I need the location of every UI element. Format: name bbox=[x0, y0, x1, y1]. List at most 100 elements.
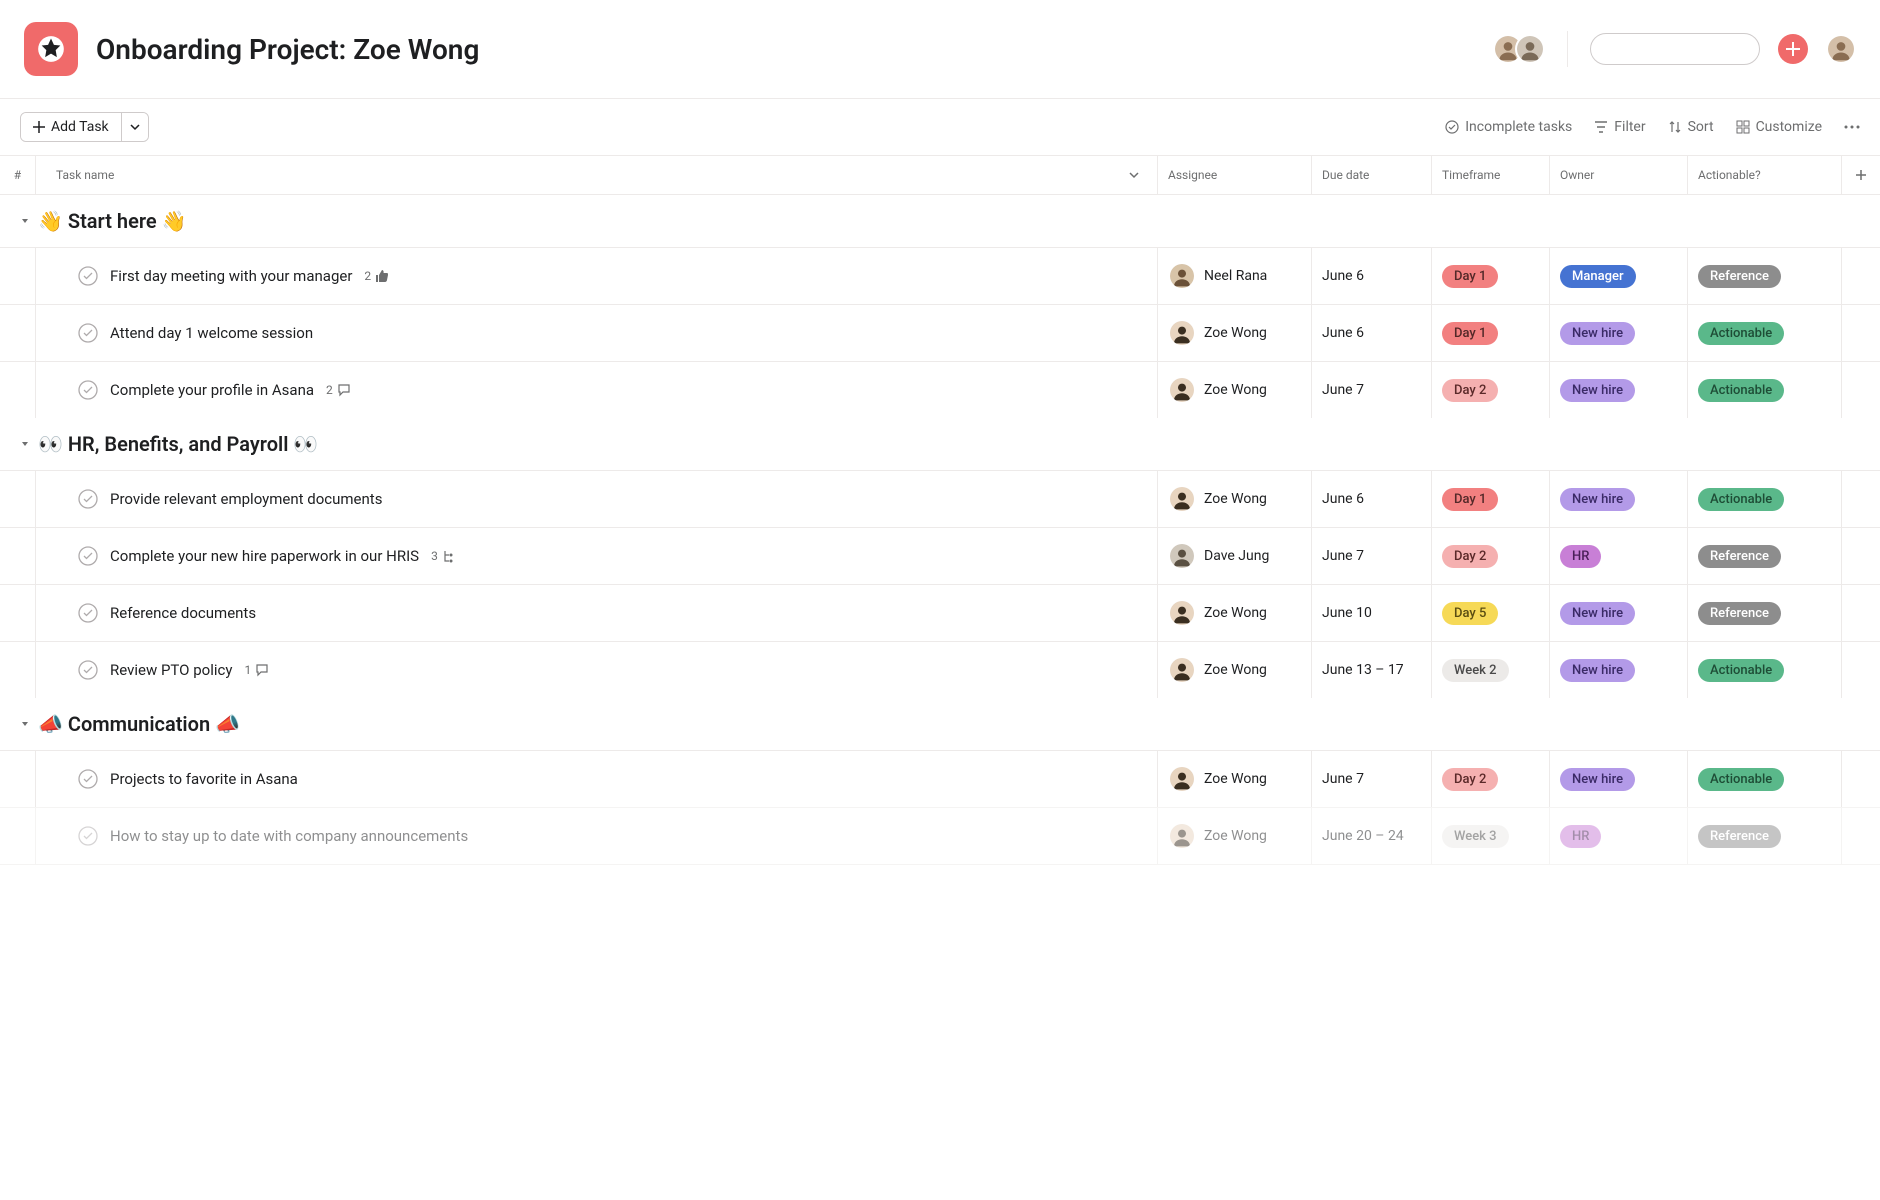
assignee-avatar bbox=[1168, 542, 1196, 570]
actionable-cell[interactable]: Reference bbox=[1688, 585, 1842, 641]
due-date-cell[interactable]: June 20 – 24 bbox=[1312, 808, 1432, 864]
owner-cell[interactable]: New hire bbox=[1550, 471, 1688, 527]
assignee-cell[interactable]: Zoe Wong bbox=[1158, 362, 1312, 418]
complete-checkbox[interactable] bbox=[78, 546, 98, 566]
timeframe-cell[interactable]: Day 1 bbox=[1432, 248, 1550, 304]
add-task-label: Add Task bbox=[51, 119, 109, 135]
complete-checkbox[interactable] bbox=[78, 380, 98, 400]
owner-cell[interactable]: New hire bbox=[1550, 305, 1688, 361]
task-row[interactable]: Review PTO policy1Zoe WongJune 13 – 17We… bbox=[0, 641, 1880, 698]
actionable-cell[interactable]: Actionable bbox=[1688, 642, 1842, 698]
timeframe-cell[interactable]: Day 5 bbox=[1432, 585, 1550, 641]
actionable-cell[interactable]: Reference bbox=[1688, 528, 1842, 584]
owner-cell[interactable]: HR bbox=[1550, 808, 1688, 864]
assignee-cell[interactable]: Zoe Wong bbox=[1158, 305, 1312, 361]
assignee-cell[interactable]: Zoe Wong bbox=[1158, 585, 1312, 641]
actionable-cell[interactable]: Actionable bbox=[1688, 305, 1842, 361]
timeframe-cell[interactable]: Week 2 bbox=[1432, 642, 1550, 698]
owner-cell[interactable]: New hire bbox=[1550, 642, 1688, 698]
timeframe-cell[interactable]: Day 1 bbox=[1432, 471, 1550, 527]
task-row[interactable]: Reference documentsZoe WongJune 10Day 5N… bbox=[0, 584, 1880, 641]
task-name-cell[interactable]: Attend day 1 welcome session bbox=[36, 305, 1158, 361]
filter-button[interactable]: Filter bbox=[1594, 119, 1645, 135]
column-task-name[interactable]: Task name bbox=[36, 156, 1158, 194]
timeframe-cell[interactable]: Week 3 bbox=[1432, 808, 1550, 864]
search-input[interactable] bbox=[1611, 41, 1792, 57]
owner-cell[interactable]: New hire bbox=[1550, 362, 1688, 418]
owner-cell[interactable]: HR bbox=[1550, 528, 1688, 584]
task-row[interactable]: Complete your profile in Asana2Zoe WongJ… bbox=[0, 361, 1880, 418]
task-name-cell[interactable]: Review PTO policy1 bbox=[36, 642, 1158, 698]
complete-checkbox[interactable] bbox=[78, 323, 98, 343]
section-header[interactable]: 📣 Communication 📣 bbox=[0, 698, 1880, 750]
task-row[interactable]: Provide relevant employment documentsZoe… bbox=[0, 470, 1880, 527]
assignee-cell[interactable]: Zoe Wong bbox=[1158, 808, 1312, 864]
member-avatar[interactable] bbox=[1515, 34, 1545, 64]
customize-button[interactable]: Customize bbox=[1736, 119, 1822, 135]
assignee-cell[interactable]: Zoe Wong bbox=[1158, 751, 1312, 807]
global-add-button[interactable] bbox=[1778, 34, 1808, 64]
due-date-cell[interactable]: June 13 – 17 bbox=[1312, 642, 1432, 698]
owner-cell[interactable]: New hire bbox=[1550, 585, 1688, 641]
section-header[interactable]: 👋 Start here 👋 bbox=[0, 195, 1880, 247]
timeframe-cell[interactable]: Day 2 bbox=[1432, 528, 1550, 584]
complete-checkbox[interactable] bbox=[78, 266, 98, 286]
column-owner[interactable]: Owner bbox=[1550, 156, 1688, 194]
task-name-cell[interactable]: Complete your new hire paperwork in our … bbox=[36, 528, 1158, 584]
column-due-date[interactable]: Due date bbox=[1312, 156, 1432, 194]
column-assignee[interactable]: Assignee bbox=[1158, 156, 1312, 194]
complete-checkbox[interactable] bbox=[78, 769, 98, 789]
task-name-cell[interactable]: First day meeting with your manager2 bbox=[36, 248, 1158, 304]
sort-button[interactable]: Sort bbox=[1668, 119, 1714, 135]
task-row[interactable]: First day meeting with your manager2Neel… bbox=[0, 247, 1880, 304]
owner-cell[interactable]: Manager bbox=[1550, 248, 1688, 304]
add-column-button[interactable] bbox=[1842, 156, 1880, 194]
actionable-cell[interactable]: Actionable bbox=[1688, 471, 1842, 527]
actionable-cell[interactable]: Reference bbox=[1688, 248, 1842, 304]
assignee-cell[interactable]: Zoe Wong bbox=[1158, 471, 1312, 527]
complete-checkbox[interactable] bbox=[78, 826, 98, 846]
timeframe-cell[interactable]: Day 2 bbox=[1432, 362, 1550, 418]
actionable-cell[interactable]: Reference bbox=[1688, 808, 1842, 864]
add-task-dropdown[interactable] bbox=[121, 113, 148, 141]
task-name-cell[interactable]: Provide relevant employment documents bbox=[36, 471, 1158, 527]
more-button[interactable] bbox=[1844, 119, 1860, 135]
task-row[interactable]: Attend day 1 welcome sessionZoe WongJune… bbox=[0, 304, 1880, 361]
complete-checkbox[interactable] bbox=[78, 489, 98, 509]
filter-icon bbox=[1594, 120, 1608, 134]
incomplete-tasks-filter[interactable]: Incomplete tasks bbox=[1445, 119, 1572, 135]
due-date-cell[interactable]: June 6 bbox=[1312, 305, 1432, 361]
due-date-cell[interactable]: June 7 bbox=[1312, 528, 1432, 584]
due-date-cell[interactable]: June 7 bbox=[1312, 362, 1432, 418]
task-row[interactable]: Complete your new hire paperwork in our … bbox=[0, 527, 1880, 584]
column-number[interactable]: # bbox=[0, 156, 36, 194]
task-number-cell bbox=[0, 585, 36, 641]
column-timeframe[interactable]: Timeframe bbox=[1432, 156, 1550, 194]
column-actionable[interactable]: Actionable? bbox=[1688, 156, 1842, 194]
search-box[interactable] bbox=[1590, 33, 1760, 65]
task-name-cell[interactable]: How to stay up to date with company anno… bbox=[36, 808, 1158, 864]
due-date-cell[interactable]: June 6 bbox=[1312, 248, 1432, 304]
due-date-cell[interactable]: June 7 bbox=[1312, 751, 1432, 807]
timeframe-cell[interactable]: Day 2 bbox=[1432, 751, 1550, 807]
due-date-cell[interactable]: June 10 bbox=[1312, 585, 1432, 641]
assignee-cell[interactable]: Neel Rana bbox=[1158, 248, 1312, 304]
assignee-cell[interactable]: Dave Jung bbox=[1158, 528, 1312, 584]
task-name-cell[interactable]: Complete your profile in Asana2 bbox=[36, 362, 1158, 418]
current-user-avatar[interactable] bbox=[1826, 34, 1856, 64]
complete-checkbox[interactable] bbox=[78, 660, 98, 680]
task-row[interactable]: How to stay up to date with company anno… bbox=[0, 807, 1880, 865]
task-name-cell[interactable]: Projects to favorite in Asana bbox=[36, 751, 1158, 807]
timeframe-cell[interactable]: Day 1 bbox=[1432, 305, 1550, 361]
actionable-cell[interactable]: Actionable bbox=[1688, 362, 1842, 418]
actionable-cell[interactable]: Actionable bbox=[1688, 751, 1842, 807]
assignee-cell[interactable]: Zoe Wong bbox=[1158, 642, 1312, 698]
task-name-cell[interactable]: Reference documents bbox=[36, 585, 1158, 641]
owner-cell[interactable]: New hire bbox=[1550, 751, 1688, 807]
member-avatars[interactable] bbox=[1493, 34, 1545, 64]
complete-checkbox[interactable] bbox=[78, 603, 98, 623]
section-header[interactable]: 👀 HR, Benefits, and Payroll 👀 bbox=[0, 418, 1880, 470]
task-row[interactable]: Projects to favorite in AsanaZoe WongJun… bbox=[0, 750, 1880, 807]
add-task-button[interactable]: Add Task bbox=[21, 113, 121, 141]
due-date-cell[interactable]: June 6 bbox=[1312, 471, 1432, 527]
